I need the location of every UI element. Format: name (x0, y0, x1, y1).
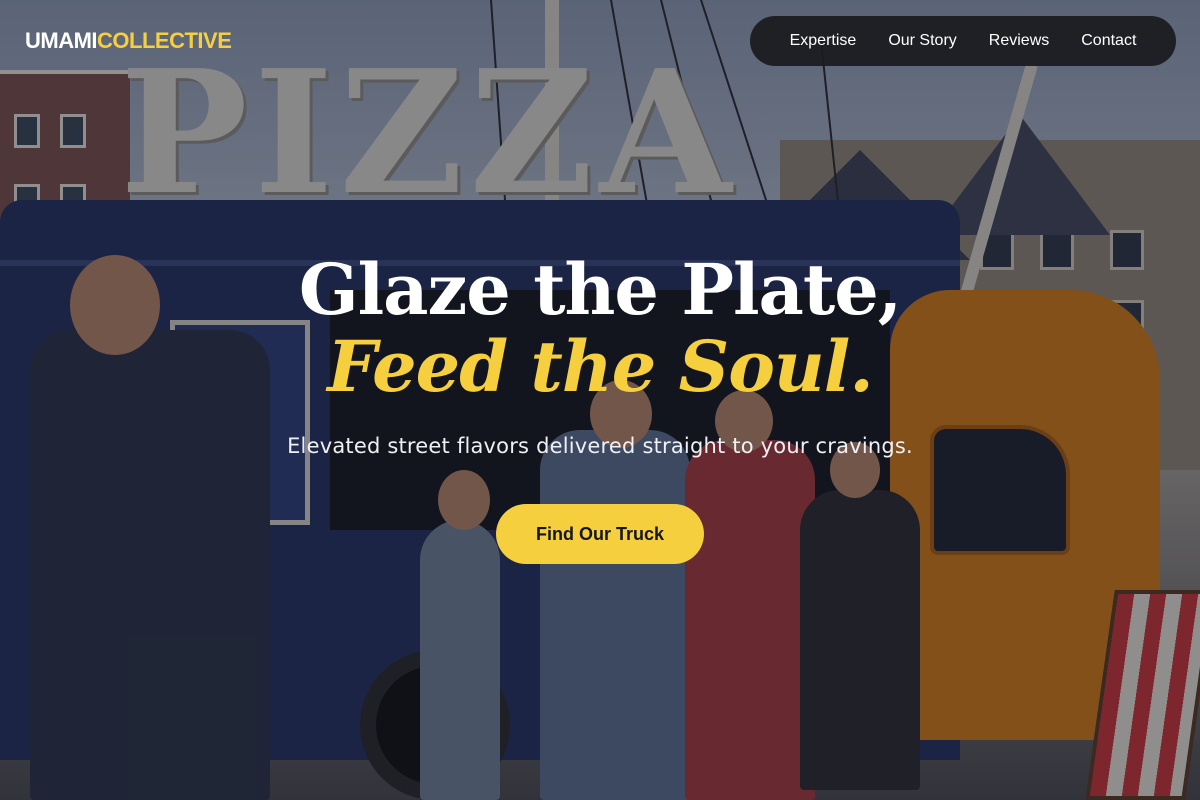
hero-subheadline: Elevated street flavors delivered straig… (287, 434, 913, 458)
nav-link-reviews[interactable]: Reviews (989, 32, 1049, 50)
logo-text-collective: COLLECTIVE (97, 28, 232, 53)
main-nav: Expertise Our Story Reviews Contact (750, 16, 1176, 66)
hero-headline-accent: Feed the Soul. (327, 325, 874, 408)
nav-link-expertise[interactable]: Expertise (790, 32, 857, 50)
brand-logo[interactable]: UMAMICOLLECTIVE (25, 28, 232, 53)
find-our-truck-button[interactable]: Find Our Truck (496, 504, 704, 564)
hero-headline: Glaze the Plate, (298, 248, 902, 331)
nav-link-our-story[interactable]: Our Story (888, 32, 956, 50)
logo-text-umami: UMAMI (25, 28, 98, 53)
nav-link-contact[interactable]: Contact (1081, 32, 1136, 50)
hero-section: Glaze the Plate, Feed the Soul. Elevated… (0, 248, 1200, 564)
